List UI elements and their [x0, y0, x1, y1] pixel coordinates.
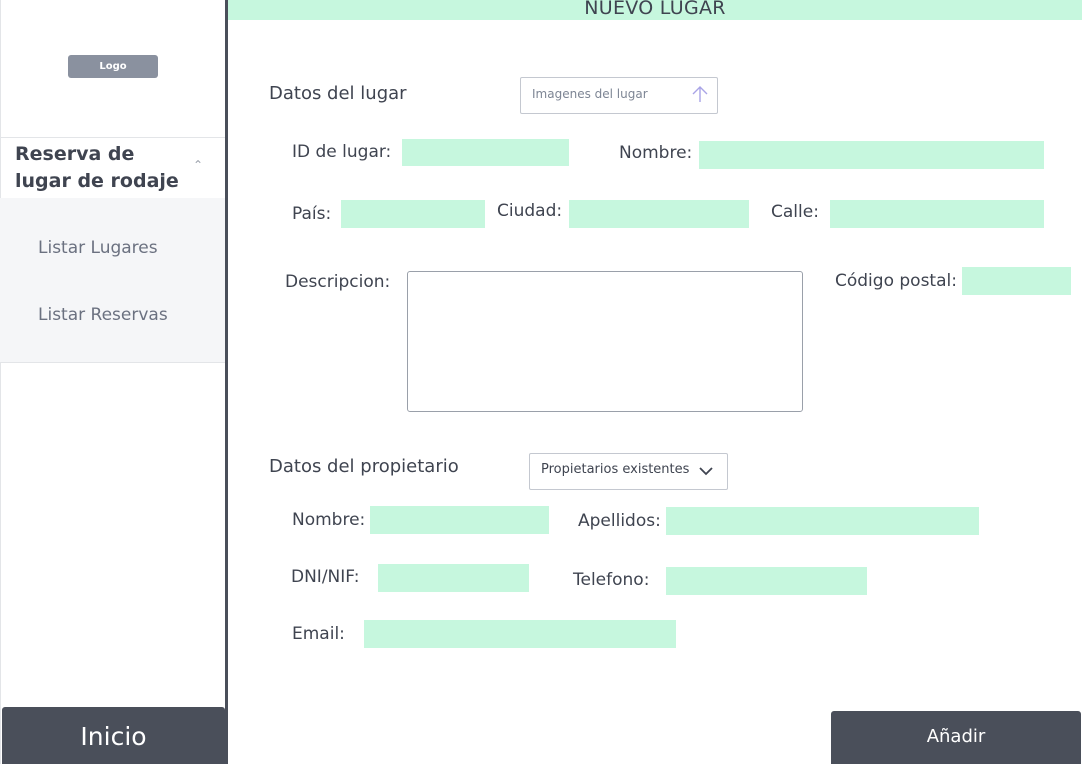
owner-select-value: Propietarios existentes [541, 462, 690, 477]
home-button[interactable]: Inicio [2, 707, 225, 764]
sidebar-divider [225, 0, 228, 764]
email-label: Email: [292, 624, 345, 644]
place-id-label: ID de lugar: [292, 142, 392, 162]
owner-surname-field[interactable] [666, 507, 979, 535]
sidebar [0, 0, 226, 764]
logo: Logo [68, 55, 158, 78]
dni-field[interactable] [378, 564, 529, 592]
place-name-label: Nombre: [619, 143, 693, 163]
chevron-up-icon[interactable]: ⌃ [193, 158, 203, 172]
phone-field[interactable] [666, 567, 867, 595]
email-field[interactable] [364, 620, 676, 648]
menu-title[interactable]: Reserva de lugar de rodaje [15, 141, 185, 195]
chevron-down-icon[interactable] [698, 465, 714, 477]
dni-label: DNI/NIF: [291, 567, 360, 587]
place-section-title: Datos del lugar [269, 83, 407, 104]
country-field[interactable] [341, 200, 485, 228]
postal-code-label: Código postal: [835, 271, 957, 291]
description-label: Descripcion: [285, 272, 391, 292]
place-name-field[interactable] [699, 141, 1044, 169]
add-button[interactable]: Añadir [831, 711, 1081, 764]
description-textarea[interactable] [407, 271, 803, 412]
page-title: NUEVO LUGAR [584, 0, 726, 19]
sidebar-item-listar-lugares[interactable]: Listar Lugares [38, 238, 158, 258]
owner-name-field[interactable] [370, 506, 549, 534]
submenu [0, 198, 225, 363]
owner-name-label: Nombre: [292, 510, 366, 530]
owner-section-title: Datos del propietario [269, 456, 459, 477]
place-id-field[interactable] [402, 139, 569, 166]
phone-label: Telefono: [573, 570, 650, 590]
owner-surname-label: Apellidos: [578, 511, 661, 531]
postal-code-field[interactable] [962, 267, 1071, 295]
city-label: Ciudad: [497, 201, 563, 221]
city-field[interactable] [569, 200, 749, 228]
country-label: País: [292, 204, 332, 224]
image-upload-label: Imagenes del lugar [532, 87, 648, 101]
sidebar-item-listar-reservas[interactable]: Listar Reservas [38, 305, 168, 325]
street-field[interactable] [830, 200, 1044, 228]
street-label: Calle: [771, 202, 819, 222]
arrow-up-icon[interactable] [690, 84, 710, 104]
